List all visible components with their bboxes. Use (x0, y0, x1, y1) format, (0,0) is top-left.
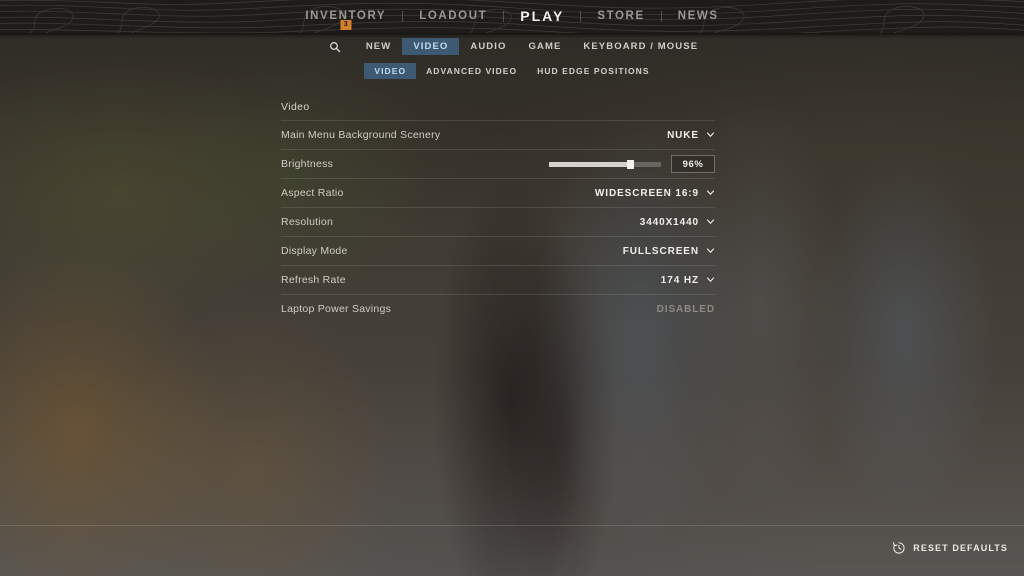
setting-row-laptop-power-savings: Laptop Power Savings DISABLED (281, 294, 715, 323)
setting-value-text: NUKE (667, 129, 699, 141)
setting-value-text: 174 HZ (660, 274, 699, 286)
tab-video-label: VIDEO (374, 66, 407, 76)
setting-row-brightness[interactable]: Brightness 96% (281, 149, 715, 178)
subnav-item-new-label: NEW (365, 41, 392, 52)
brightness-value-input[interactable]: 96% (671, 155, 715, 173)
search-icon (329, 41, 340, 52)
reset-defaults-button[interactable]: RESET DEFAULTS (892, 541, 1008, 555)
brightness-control: 96% (549, 155, 715, 173)
subnav-item-video-label: VIDEO (413, 41, 449, 52)
subnav-item-new[interactable]: NEW (355, 38, 402, 55)
setting-label: Main Menu Background Scenery (281, 129, 441, 141)
subnav-item-video[interactable]: VIDEO (402, 38, 460, 55)
chevron-down-icon (706, 189, 715, 195)
main-header: INVENTORY 3 LOADOUT PLAY STORE NEWS (0, 0, 1024, 33)
brightness-slider[interactable] (549, 159, 661, 169)
nav-item-store[interactable]: STORE (581, 0, 660, 33)
subnav-item-keyboard-mouse-label: KEYBOARD / MOUSE (583, 41, 699, 52)
section-title: Video (281, 101, 310, 113)
tab-advanced-video-label: ADVANCED VIDEO (426, 66, 518, 76)
subnav-item-game-label: GAME (528, 41, 562, 52)
tab-video[interactable]: VIDEO (364, 63, 417, 79)
setting-label: Resolution (281, 216, 334, 228)
nav-item-news[interactable]: NEWS (662, 0, 735, 33)
setting-value-dropdown[interactable]: 3440X1440 (640, 217, 715, 228)
subnav-item-game[interactable]: GAME (518, 38, 573, 55)
video-settings-panel: Video Main Menu Background Scenery NUKE … (281, 98, 715, 323)
tab-hud-edge-positions-label: HUD EDGE POSITIONS (537, 66, 650, 76)
primary-navigation: INVENTORY 3 LOADOUT PLAY STORE NEWS (0, 0, 1024, 33)
setting-label: Aspect Ratio (281, 187, 344, 199)
setting-row-main-menu-background-scenery[interactable]: Main Menu Background Scenery NUKE (281, 120, 715, 149)
search-button[interactable] (315, 41, 355, 53)
chevron-down-icon (706, 218, 715, 224)
nav-item-play[interactable]: PLAY (504, 0, 580, 33)
setting-value-text: 3440X1440 (639, 216, 699, 228)
subnav-item-keyboard-mouse[interactable]: KEYBOARD / MOUSE (572, 38, 709, 55)
nav-item-store-label: STORE (597, 10, 645, 22)
nav-item-loadout-label: LOADOUT (419, 10, 488, 22)
chevron-down-icon (706, 247, 715, 253)
setting-label: Laptop Power Savings (281, 303, 392, 315)
setting-label: Brightness (281, 158, 334, 170)
setting-label: Refresh Rate (281, 274, 346, 286)
history-clock-icon (893, 542, 905, 554)
setting-row-aspect-ratio[interactable]: Aspect Ratio WIDESCREEN 16:9 (281, 178, 715, 207)
inventory-notification-badge: 3 (340, 20, 352, 30)
setting-value-dropdown[interactable]: NUKE (667, 130, 715, 141)
nav-item-loadout[interactable]: LOADOUT (403, 0, 503, 33)
subnav-item-audio-label: AUDIO (470, 41, 507, 52)
tab-advanced-video[interactable]: ADVANCED VIDEO (416, 63, 527, 79)
setting-value-text: WIDESCREEN 16:9 (594, 187, 699, 199)
setting-value-dropdown[interactable]: 174 HZ (661, 275, 715, 286)
brightness-slider-handle[interactable] (626, 159, 634, 169)
setting-label: Display Mode (281, 245, 348, 257)
subnav-item-audio[interactable]: AUDIO (459, 38, 517, 55)
settings-category-nav: NEW VIDEO AUDIO GAME KEYBOARD / MOUSE (0, 36, 1024, 57)
nav-item-inventory[interactable]: INVENTORY 3 (289, 0, 402, 33)
nav-item-news-label: NEWS (677, 10, 719, 22)
setting-value-text: FULLSCREEN (622, 245, 699, 257)
setting-value-static: DISABLED (656, 303, 715, 315)
reset-defaults-label: RESET DEFAULTS (913, 543, 1008, 553)
setting-value-dropdown[interactable]: WIDESCREEN 16:9 (595, 188, 715, 199)
setting-row-display-mode[interactable]: Display Mode FULLSCREEN (281, 236, 715, 265)
setting-row-resolution[interactable]: Resolution 3440X1440 (281, 207, 715, 236)
chevron-down-icon (706, 131, 715, 137)
setting-row-refresh-rate[interactable]: Refresh Rate 174 HZ (281, 265, 715, 294)
brightness-slider-fill (549, 161, 630, 167)
tab-hud-edge-positions[interactable]: HUD EDGE POSITIONS (527, 63, 659, 79)
settings-subtab-nav: VIDEO ADVANCED VIDEO HUD EDGE POSITIONS (0, 62, 1024, 80)
chevron-down-icon (706, 276, 715, 282)
nav-item-play-label: PLAY (520, 8, 565, 24)
setting-value-dropdown[interactable]: FULLSCREEN (623, 246, 715, 257)
footer-divider-line (0, 525, 1024, 526)
